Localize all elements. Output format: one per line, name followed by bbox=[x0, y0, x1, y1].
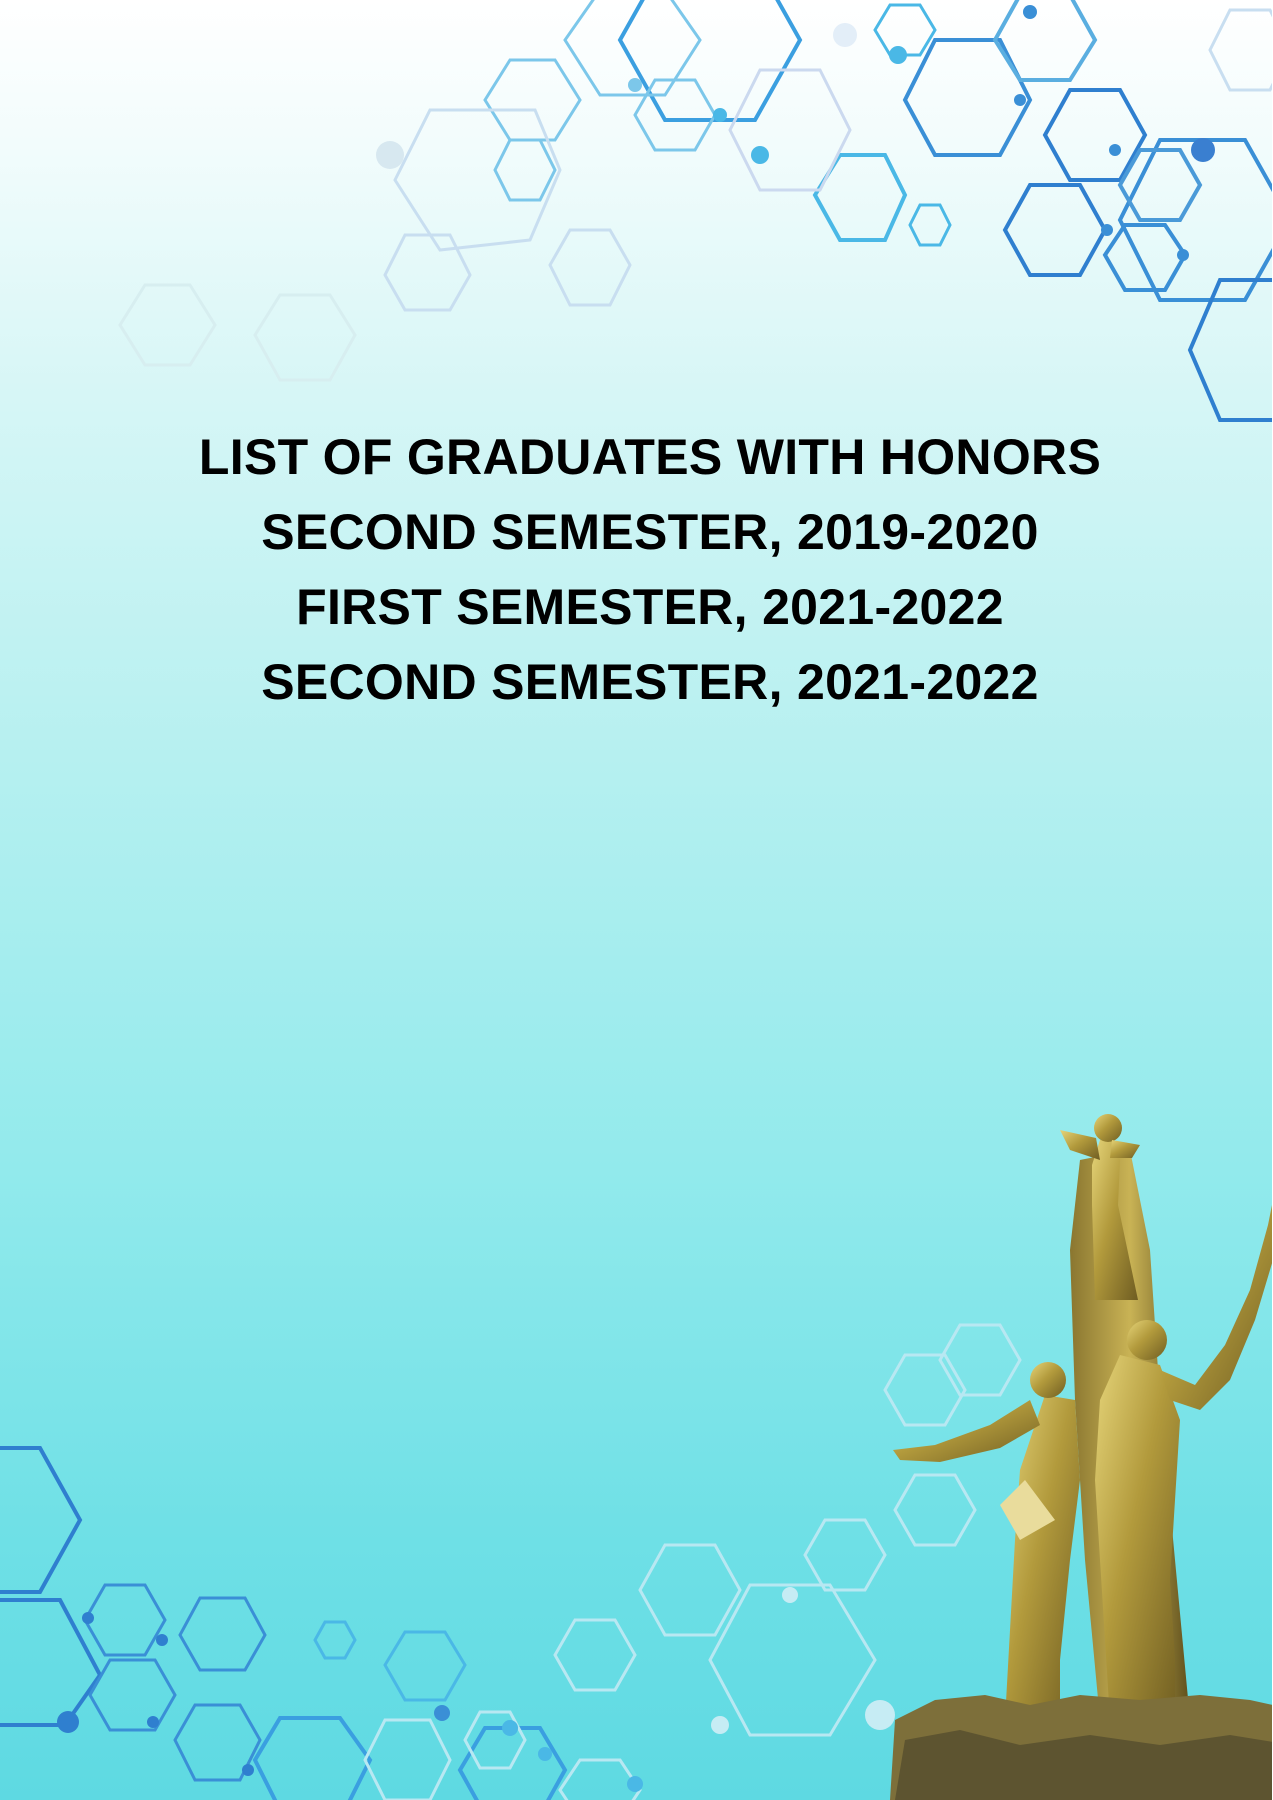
document-page: LIST OF GRADUATES WITH HONORS SECOND SEM… bbox=[0, 0, 1273, 1800]
title-line-main: LIST OF GRADUATES WITH HONORS bbox=[198, 429, 1102, 485]
golden-statue-illustration bbox=[890, 1114, 1273, 1800]
title-line-semester-3: SECOND SEMESTER, 2021-2022 bbox=[261, 654, 1039, 710]
title-line-semester-2: FIRST SEMESTER, 2021-2022 bbox=[296, 579, 1004, 635]
top-nodes bbox=[376, 5, 1215, 261]
bottom-hexagon-cluster bbox=[0, 1446, 568, 1800]
hexagon-pattern-decoration bbox=[0, 0, 1273, 1800]
title-block: LIST OF GRADUATES WITH HONORS SECOND SEM… bbox=[0, 420, 1273, 720]
title-line-semester-1: SECOND SEMESTER, 2019-2020 bbox=[261, 504, 1039, 560]
top-hexagon-faint bbox=[118, 8, 1273, 382]
top-hexagon-cluster bbox=[617, 0, 1273, 422]
top-hexagon-cluster-soft bbox=[483, 0, 717, 202]
